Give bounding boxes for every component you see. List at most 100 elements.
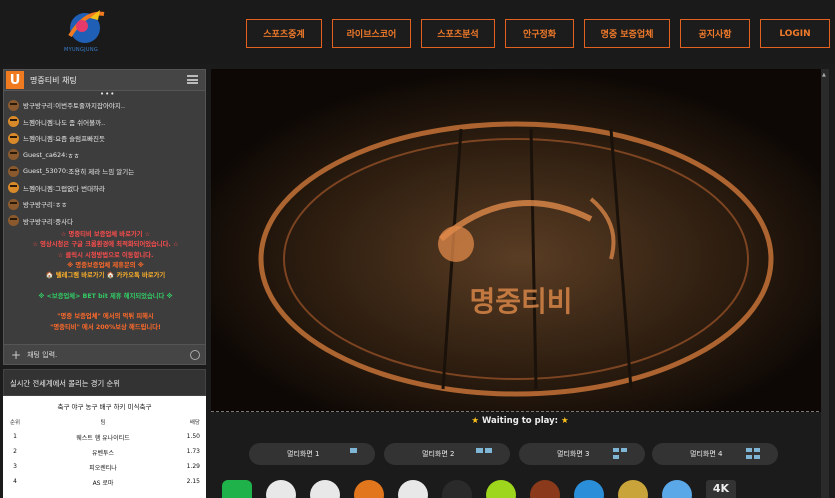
ranking-odds: 1.29 — [186, 463, 200, 470]
chat-notice[interactable]: 🏠 텔레그램 바로가기 🏠 카카오톡 바로가기 — [4, 271, 207, 281]
chat-username[interactable]: Guest_ca624 — [23, 151, 65, 159]
nav-notice-button[interactable]: 공지사항 — [680, 19, 750, 48]
multi-screen-2-button[interactable]: 멀티화면 2 — [384, 443, 510, 465]
chat-messages: 방구방구리: 이번주토줄까지잡아야지.. 느껨아니껨: 나도 좀 쉬어볼까.. 느껨… — [8, 97, 134, 229]
nav-verified-sites-button[interactable]: 명중 보증업체 — [584, 19, 670, 48]
waiting-text: Waiting to play: — [481, 416, 559, 426]
chat-input-bar: + 채팅 입력. — [4, 344, 205, 364]
ranking-odds: 2.15 — [186, 478, 200, 485]
browser-icon[interactable] — [574, 480, 604, 498]
chat-logo-icon: U — [6, 71, 24, 89]
ranking-table: 축구 야구 농구 배구 하키 미식축구 순위 팀 배당 1 웨스트 햄 유나이티드… — [3, 396, 206, 498]
col-odds: 배당 — [189, 420, 200, 426]
chat-username[interactable]: 방구방구리 — [23, 100, 53, 110]
ranking-odds: 1.50 — [186, 433, 200, 440]
scroll-up-icon[interactable]: ▲ — [822, 72, 826, 78]
chat-notice[interactable]: ☆ 명중티비 보증업체 바로가기 ☆ — [4, 230, 207, 240]
chat-username[interactable]: 방구방구리 — [23, 199, 53, 209]
chat-notice[interactable]: ※ <보증업체> BET bit 제휴 해지되었습니다 ※ — [4, 292, 207, 302]
waiting-status: ★ Waiting to play: ★ — [211, 416, 829, 426]
multi-screen-1-button[interactable]: 멀티화면 1 — [249, 443, 375, 465]
user-avatar-icon — [8, 215, 19, 227]
chat-text: 나도 좀 쉬어볼까.. — [55, 118, 106, 127]
4k-icon[interactable]: 4K — [706, 480, 736, 498]
chat-message: 방구방구리: ㅎㅎ — [8, 196, 134, 213]
nav-eye-candy-button[interactable]: 안구정화 — [505, 19, 574, 48]
chat-notice[interactable]: ※ 명중보증업체 제휴문의 ※ — [4, 261, 207, 271]
hockey-puck-icon[interactable] — [442, 480, 472, 498]
star-icon: ★ — [561, 416, 569, 426]
multi-screen-4-button[interactable]: 멀티화면 4 — [652, 443, 778, 465]
ranking-rank: 1 — [13, 433, 17, 440]
league-icon[interactable] — [618, 480, 648, 498]
nav-sports-broadcast-button[interactable]: 스포츠중계 — [246, 19, 322, 48]
chat-notice[interactable]: "명중 보증업체" 에서의 먹튀 피해시 — [4, 312, 207, 322]
ranking-columns: 순위 팀 배당 — [3, 418, 206, 430]
basketball-icon[interactable] — [354, 480, 384, 498]
player-divider — [211, 411, 829, 412]
ranking-categories[interactable]: 축구 야구 농구 배구 하키 미식축구 — [3, 401, 206, 411]
chat-message: Guest_ca624: ㅎㅎ — [8, 147, 134, 164]
chat-message: 느껨아니껨: 나도 좀 쉬어볼까.. — [8, 114, 134, 131]
chat-header: U 명중티비 채팅 — [4, 70, 205, 91]
baseball-icon[interactable] — [310, 480, 340, 498]
ranking-team: AS 로마 — [92, 480, 114, 487]
user-avatar-icon — [8, 165, 19, 177]
hamburger-menu-icon[interactable] — [187, 75, 198, 84]
football-icon[interactable] — [530, 480, 560, 498]
chat-notice[interactable]: ☆ 클릭시 시청방법으로 이동합니다. — [4, 251, 207, 261]
ranking-row[interactable]: 3 피오렌티나 1.29 — [3, 463, 206, 477]
chat-username[interactable]: 느껨아니껨 — [23, 183, 53, 193]
ranking-team: 웨스트 햄 유나이티드 — [76, 435, 130, 442]
chat-username[interactable]: 느껨아니껨 — [23, 117, 53, 127]
chat-message: 방구방구리: 이번주토줄까지잡아야지.. — [8, 97, 134, 114]
soccer-ball-icon[interactable] — [266, 480, 296, 498]
plus-icon[interactable]: + — [11, 348, 21, 362]
nav-livescore-button[interactable]: 라이브스코어 — [332, 19, 411, 48]
multi-screen-label: 멀티화면 3 — [557, 450, 590, 458]
user-avatar-icon — [8, 182, 19, 194]
chat-text: 조용히 제라 느낌 알기는 — [68, 168, 135, 177]
chat-username[interactable]: Guest_53070 — [23, 167, 66, 175]
nav-sports-analysis-button[interactable]: 스포츠분석 — [421, 19, 495, 48]
ranking-row[interactable]: 1 웨스트 햄 유나이티드 1.50 — [3, 433, 206, 447]
chat-text: 그럽없다 번대하라 — [55, 184, 106, 193]
chat-message: 느껨아니껨: 요즘 슬럼프빠진듯 — [8, 130, 134, 147]
main-nav: 스포츠중계 라이브스코어 스포츠분석 안구정화 명중 보증업체 공지사항 LOGIN — [246, 19, 830, 48]
chat-text: 중사다 — [55, 217, 74, 226]
ranking-team: 유벤투스 — [91, 450, 115, 457]
cloud-icon[interactable] — [662, 480, 692, 498]
player-background: 명중티비 — [211, 69, 829, 412]
ranking-panel: 실시간 전세계에서 몰리는 경기 순위 축구 야구 농구 배구 하키 미식축구 … — [3, 369, 206, 498]
ranking-row[interactable]: 4 AS 로마 2.15 — [3, 478, 206, 492]
multi-screen-label: 멀티화면 1 — [287, 450, 320, 458]
video-player[interactable]: 명중티비 — [211, 69, 829, 412]
screen-layout-icon — [476, 448, 492, 459]
chat-notice[interactable]: "명중티비" 에서 200%보상 해드립니다! — [4, 323, 207, 333]
chat-message: 방구방구리: 중사다 — [8, 213, 134, 230]
nav-login-button[interactable]: LOGIN — [760, 19, 830, 48]
chat-message: 느껨아니껨: 그럽없다 번대하라 — [8, 180, 134, 197]
multi-screen-3-button[interactable]: 멀티화면 3 — [519, 443, 645, 465]
ranking-row[interactable]: 2 유벤투스 1.73 — [3, 448, 206, 462]
chat-input[interactable]: 채팅 입력. — [27, 350, 57, 360]
chat-username[interactable]: 방구방구리 — [23, 216, 53, 226]
player-watermark: 명중티비 — [469, 285, 572, 318]
ranking-rank: 3 — [13, 463, 17, 470]
chat-text: 이번주토줄까지잡아야지.. — [55, 102, 126, 111]
volleyball-icon[interactable] — [398, 480, 428, 498]
chat-text: ㅎㅎ — [67, 151, 80, 160]
user-avatar-icon — [8, 116, 19, 128]
scrollbar[interactable] — [821, 69, 829, 498]
emoji-icon[interactable] — [190, 350, 200, 360]
chat-notice[interactable]: ☆ 영상시청은 구글 크롬환경에 최적화되어있습니다. ☆ — [4, 240, 207, 250]
chat-title: 명중티비 채팅 — [30, 75, 77, 85]
col-team: 팀 — [100, 420, 106, 426]
chat-text: 요즘 슬럼프빠진듯 — [55, 135, 106, 144]
tennis-ball-icon[interactable] — [486, 480, 516, 498]
user-avatar-icon — [8, 99, 19, 111]
app-icon[interactable] — [222, 480, 252, 498]
ranking-odds: 1.73 — [186, 448, 200, 455]
chat-username[interactable]: 느껨아니껨 — [23, 133, 53, 143]
user-avatar-icon — [8, 132, 19, 144]
